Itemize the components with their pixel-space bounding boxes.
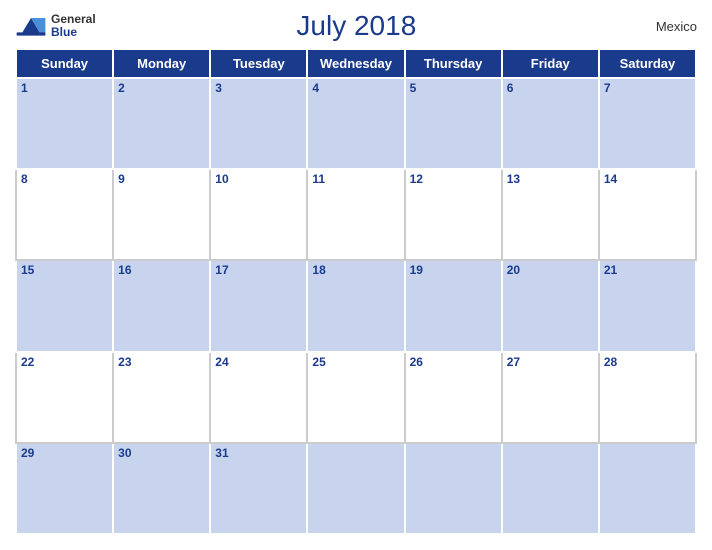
table-row: 18 [307, 260, 404, 351]
table-row [405, 443, 502, 534]
table-row: 22 [16, 352, 113, 443]
day-number: 31 [215, 446, 302, 460]
day-number: 26 [410, 355, 497, 369]
header-saturday: Saturday [599, 49, 696, 78]
calendar-week-row: 15 16 17 18 19 20 21 [16, 260, 696, 351]
calendar-table: Sunday Monday Tuesday Wednesday Thursday… [15, 48, 697, 535]
header-friday: Friday [502, 49, 599, 78]
table-row: 20 [502, 260, 599, 351]
day-number: 23 [118, 355, 205, 369]
table-row: 12 [405, 169, 502, 260]
logo-text: General Blue [51, 13, 96, 39]
day-number: 3 [215, 81, 302, 95]
day-number: 14 [604, 172, 691, 186]
table-row: 1 [16, 78, 113, 169]
table-row: 5 [405, 78, 502, 169]
day-number: 27 [507, 355, 594, 369]
table-row: 13 [502, 169, 599, 260]
day-number: 22 [21, 355, 108, 369]
day-number: 13 [507, 172, 594, 186]
header-thursday: Thursday [405, 49, 502, 78]
day-number: 28 [604, 355, 691, 369]
table-row: 14 [599, 169, 696, 260]
table-row: 21 [599, 260, 696, 351]
table-row: 31 [210, 443, 307, 534]
table-row: 28 [599, 352, 696, 443]
table-row: 26 [405, 352, 502, 443]
day-number: 1 [21, 81, 108, 95]
table-row: 6 [502, 78, 599, 169]
day-number: 21 [604, 263, 691, 277]
table-row [502, 443, 599, 534]
day-number: 15 [21, 263, 108, 277]
day-number: 20 [507, 263, 594, 277]
table-row: 23 [113, 352, 210, 443]
table-row: 8 [16, 169, 113, 260]
table-row [307, 443, 404, 534]
calendar-week-row: 22 23 24 25 26 27 28 [16, 352, 696, 443]
day-number: 30 [118, 446, 205, 460]
table-row: 16 [113, 260, 210, 351]
day-number: 11 [312, 172, 399, 186]
table-row: 15 [16, 260, 113, 351]
day-number: 29 [21, 446, 108, 460]
header-sunday: Sunday [16, 49, 113, 78]
header-monday: Monday [113, 49, 210, 78]
table-row: 19 [405, 260, 502, 351]
table-row: 29 [16, 443, 113, 534]
day-number: 18 [312, 263, 399, 277]
table-row: 30 [113, 443, 210, 534]
day-number: 7 [604, 81, 691, 95]
logo: General Blue [15, 10, 96, 42]
logo-blue-text: Blue [51, 26, 96, 39]
calendar-week-row: 1234567 [16, 78, 696, 169]
days-header-row: Sunday Monday Tuesday Wednesday Thursday… [16, 49, 696, 78]
day-number: 4 [312, 81, 399, 95]
calendar-header: General Blue July 2018 Mexico [15, 10, 697, 42]
table-row: 25 [307, 352, 404, 443]
day-number: 10 [215, 172, 302, 186]
country-label: Mexico [617, 19, 697, 34]
day-number: 17 [215, 263, 302, 277]
day-number: 2 [118, 81, 205, 95]
calendar-week-row: 89 10 11 12 13 14 [16, 169, 696, 260]
table-row: 24 [210, 352, 307, 443]
day-number: 16 [118, 263, 205, 277]
table-row: 27 [502, 352, 599, 443]
table-row: 3 [210, 78, 307, 169]
table-row: 10 [210, 169, 307, 260]
table-row: 4 [307, 78, 404, 169]
table-row: 9 [113, 169, 210, 260]
day-number: 6 [507, 81, 594, 95]
day-number: 12 [410, 172, 497, 186]
header-wednesday: Wednesday [307, 49, 404, 78]
table-row: 17 [210, 260, 307, 351]
day-number: 5 [410, 81, 497, 95]
day-number: 25 [312, 355, 399, 369]
table-row: 7 [599, 78, 696, 169]
day-number: 9 [118, 172, 205, 186]
day-number: 24 [215, 355, 302, 369]
day-number: 19 [410, 263, 497, 277]
calendar-title: July 2018 [96, 10, 617, 42]
day-number: 8 [21, 172, 108, 186]
table-row: 11 [307, 169, 404, 260]
logo-icon [15, 10, 47, 42]
calendar-week-row: 29 30 31 [16, 443, 696, 534]
table-row: 2 [113, 78, 210, 169]
header-tuesday: Tuesday [210, 49, 307, 78]
table-row [599, 443, 696, 534]
